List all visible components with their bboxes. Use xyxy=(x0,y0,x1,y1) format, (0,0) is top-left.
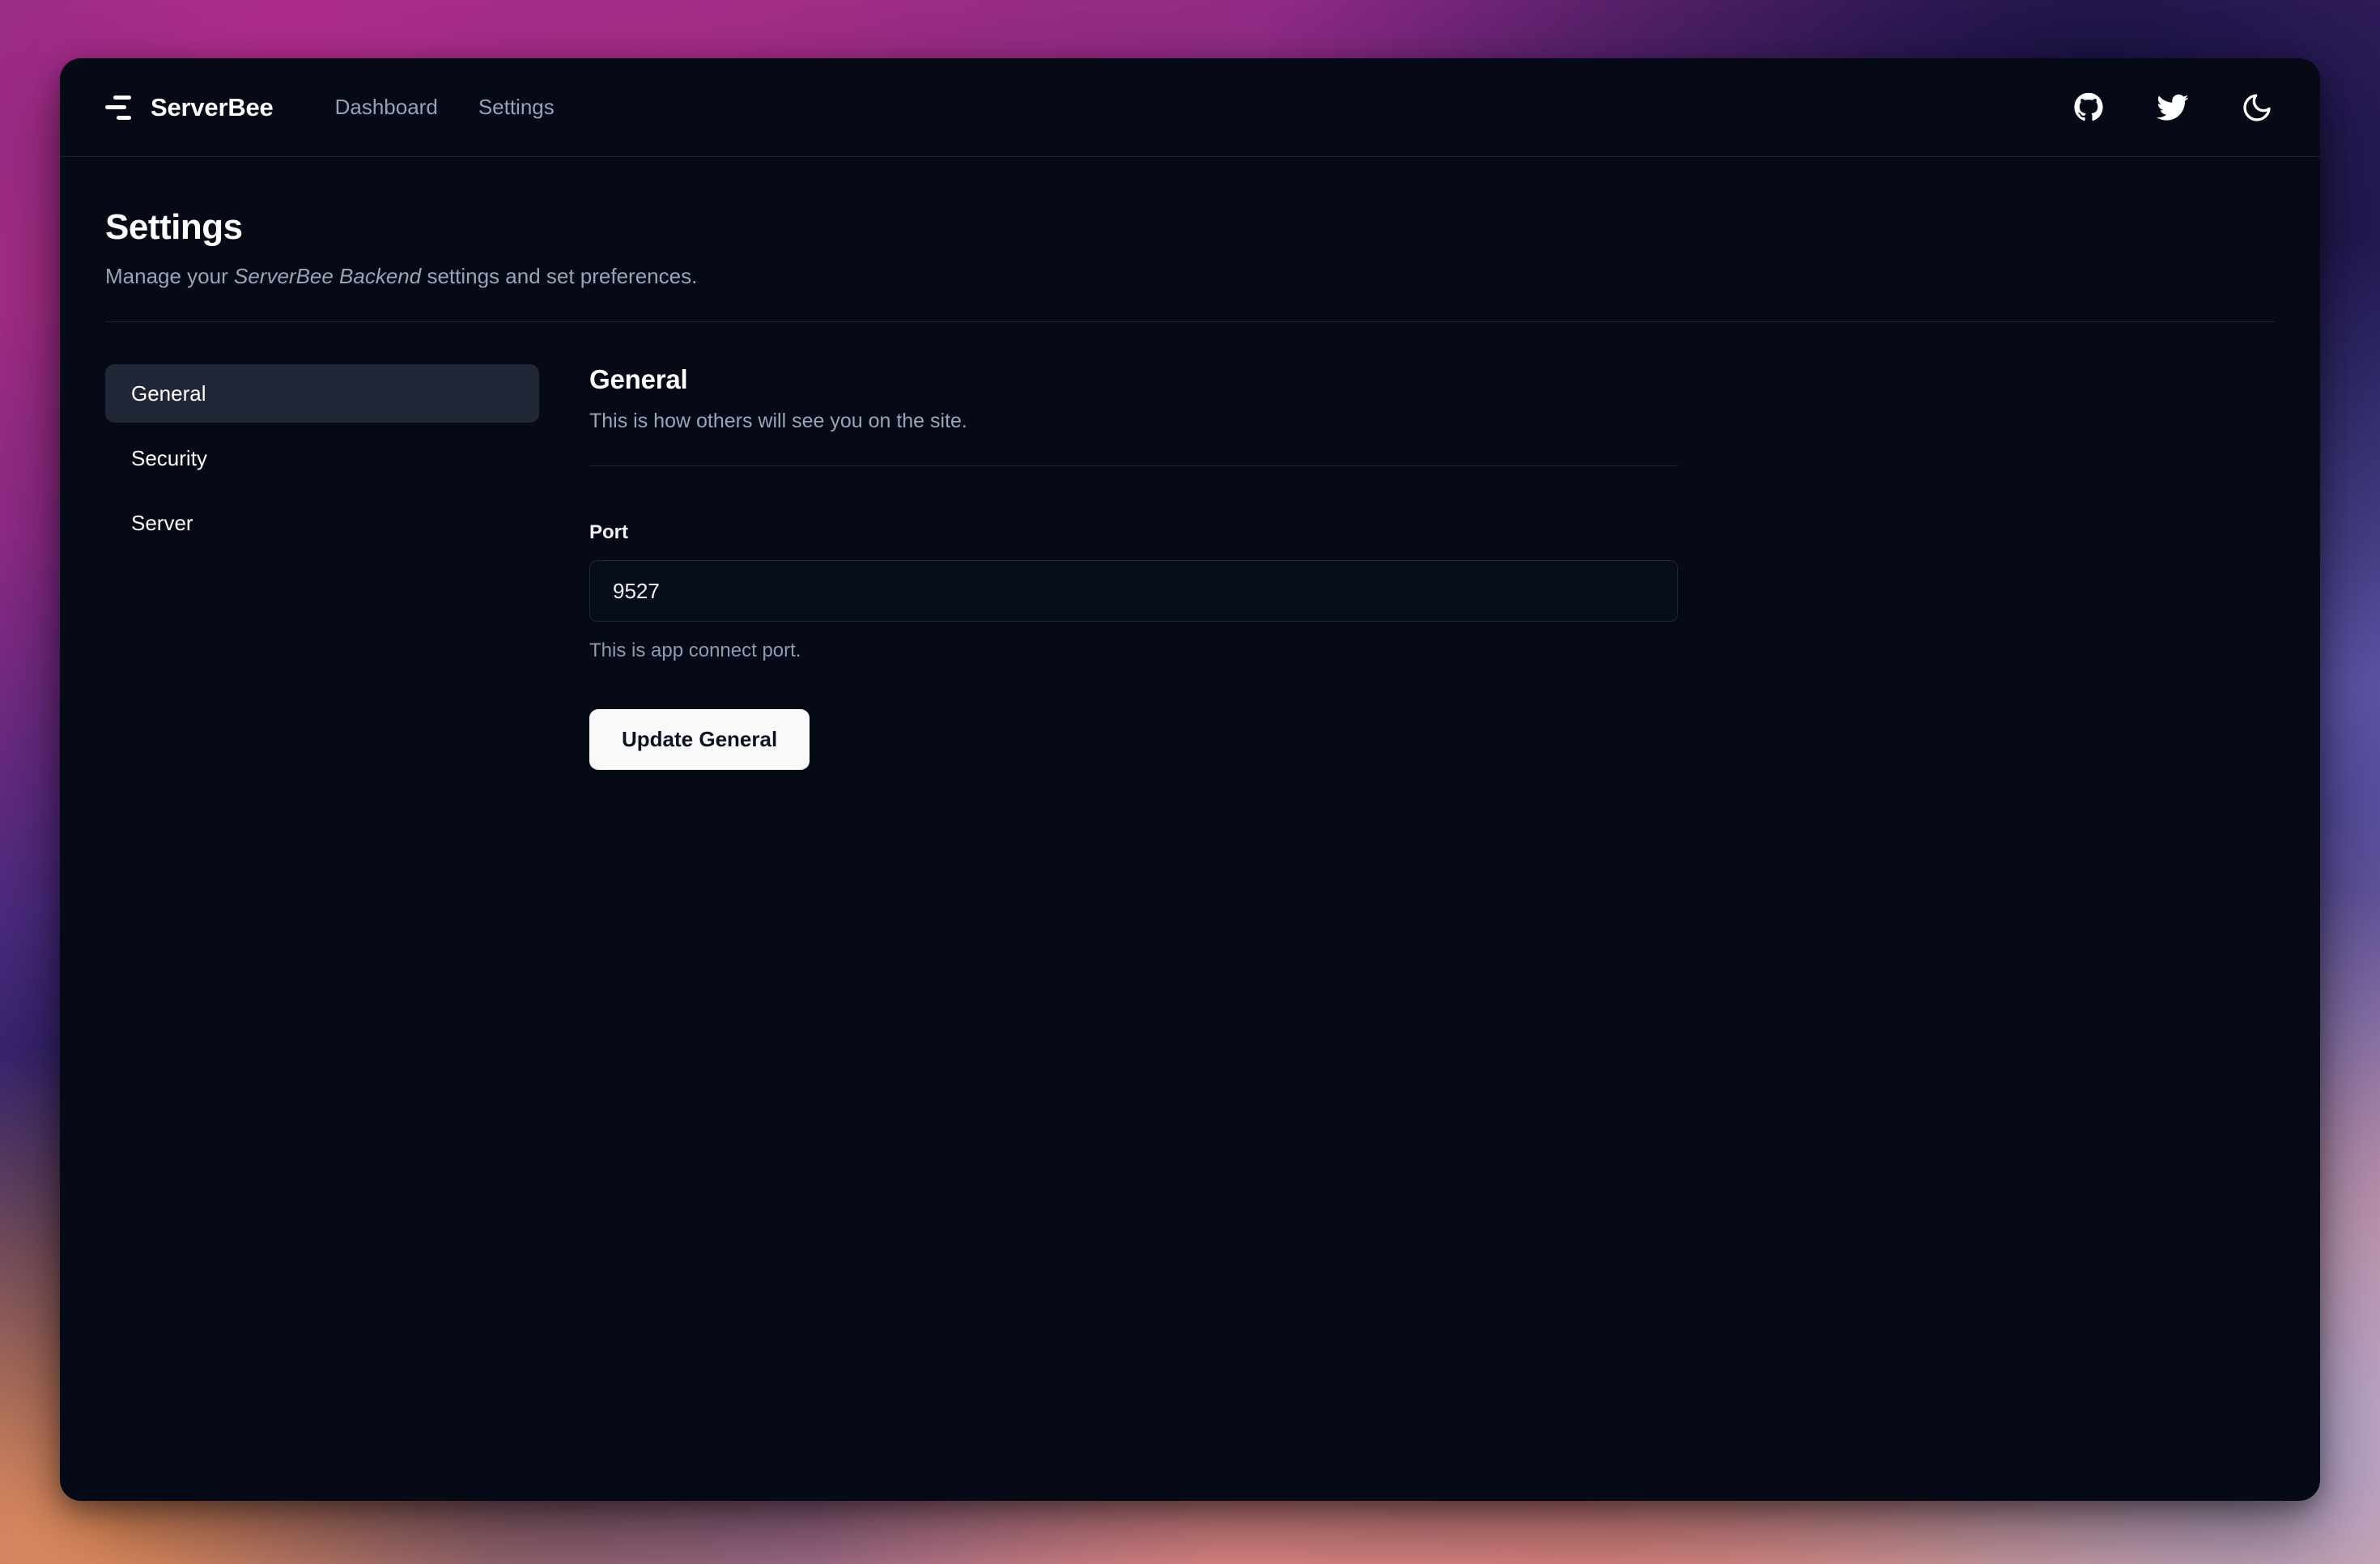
panel-divider xyxy=(589,465,1678,466)
settings-content: General Security Server General This is … xyxy=(60,322,2320,770)
stacked-lines-icon xyxy=(105,96,133,120)
github-icon[interactable] xyxy=(2071,90,2106,125)
nav-dashboard[interactable]: Dashboard xyxy=(335,95,438,120)
sidebar-item-label: Server xyxy=(131,511,193,536)
update-general-button[interactable]: Update General xyxy=(589,709,810,770)
page-subtitle: Manage your ServerBee Backend settings a… xyxy=(105,264,2320,289)
sidebar-item-server[interactable]: Server xyxy=(105,494,539,552)
settings-sidebar: General Security Server xyxy=(105,364,539,770)
page-subtitle-suffix: settings and set preferences. xyxy=(421,264,697,288)
general-settings-panel: General This is how others will see you … xyxy=(589,364,1678,770)
sidebar-item-label: General xyxy=(131,381,206,406)
app-window: ServerBee Dashboard Settings xyxy=(60,58,2320,1501)
page-subtitle-prefix: Manage your xyxy=(105,264,234,288)
port-field-label: Port xyxy=(589,521,1678,544)
moon-icon[interactable] xyxy=(2239,90,2275,125)
port-input[interactable] xyxy=(589,560,1678,622)
sidebar-item-general[interactable]: General xyxy=(105,364,539,423)
sidebar-item-label: Security xyxy=(131,446,207,471)
port-field-hint: This is app connect port. xyxy=(589,640,1678,662)
topbar-actions xyxy=(2071,90,2275,125)
panel-description: This is how others will see you on the s… xyxy=(589,410,1678,433)
brand-name: ServerBee xyxy=(151,93,274,122)
twitter-icon[interactable] xyxy=(2155,90,2191,125)
main-nav: Dashboard Settings xyxy=(335,95,555,120)
page-subtitle-emphasis: ServerBee Backend xyxy=(234,264,421,288)
nav-settings[interactable]: Settings xyxy=(478,95,555,120)
brand[interactable]: ServerBee xyxy=(105,93,274,122)
page-title: Settings xyxy=(105,207,2320,248)
panel-title: General xyxy=(589,364,1678,395)
sidebar-item-security[interactable]: Security xyxy=(105,429,539,487)
top-navigation-bar: ServerBee Dashboard Settings xyxy=(60,58,2320,157)
port-field-group: Port This is app connect port. xyxy=(589,521,1678,662)
page-header: Settings Manage your ServerBee Backend s… xyxy=(60,157,2320,289)
